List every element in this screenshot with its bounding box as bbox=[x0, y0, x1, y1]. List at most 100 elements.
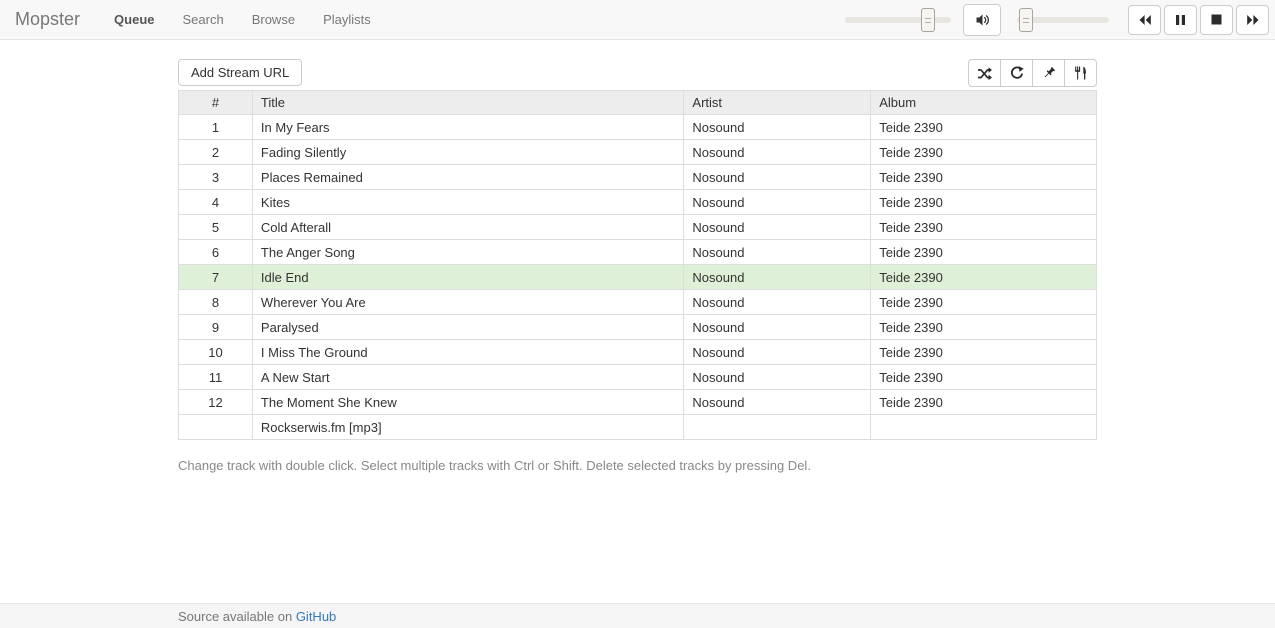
player-controls bbox=[845, 4, 1269, 36]
table-row[interactable]: 11 A New Start Nosound Teide 2390 bbox=[179, 365, 1097, 390]
stop-icon bbox=[1211, 14, 1222, 25]
cell-track-title: Cold Afterall bbox=[252, 215, 684, 240]
consume-button[interactable] bbox=[1064, 59, 1097, 87]
shuffle-icon bbox=[977, 67, 992, 80]
github-link[interactable]: GitHub bbox=[296, 609, 336, 624]
cell-track-title: A New Start bbox=[252, 365, 684, 390]
cell-track-number: 11 bbox=[179, 365, 253, 390]
footer-text: Source available on bbox=[178, 609, 296, 624]
cell-track-album: Teide 2390 bbox=[871, 390, 1097, 415]
volume-slider-track[interactable] bbox=[845, 17, 951, 23]
cell-track-artist: Nosound bbox=[684, 190, 871, 215]
cell-track-title: Kites bbox=[252, 190, 684, 215]
previous-button[interactable] bbox=[1128, 5, 1161, 35]
column-header-title[interactable]: Title bbox=[252, 91, 684, 115]
stop-button[interactable] bbox=[1200, 5, 1233, 35]
tab-search-label[interactable]: Search bbox=[169, 0, 238, 39]
cell-track-album: Teide 2390 bbox=[871, 340, 1097, 365]
cell-track-album: Teide 2390 bbox=[871, 190, 1097, 215]
cell-track-title: Idle End bbox=[252, 265, 684, 290]
cell-track-title: Paralysed bbox=[252, 315, 684, 340]
cell-track-artist: Nosound bbox=[684, 165, 871, 190]
repeat-button[interactable] bbox=[1000, 59, 1033, 87]
cell-track-album: Teide 2390 bbox=[871, 165, 1097, 190]
cell-track-title: The Moment She Knew bbox=[252, 390, 684, 415]
speaker-icon bbox=[975, 13, 990, 27]
table-row[interactable]: 3 Places Remained Nosound Teide 2390 bbox=[179, 165, 1097, 190]
table-row[interactable]: 8 Wherever You Are Nosound Teide 2390 bbox=[179, 290, 1097, 315]
tab-search[interactable]: Search bbox=[169, 0, 238, 39]
column-header-artist[interactable]: Artist bbox=[684, 91, 871, 115]
table-row[interactable]: 6 The Anger Song Nosound Teide 2390 bbox=[179, 240, 1097, 265]
cell-track-artist: Nosound bbox=[684, 365, 871, 390]
pin-icon bbox=[1042, 66, 1056, 80]
cell-track-album: Teide 2390 bbox=[871, 215, 1097, 240]
table-row[interactable]: 5 Cold Afterall Nosound Teide 2390 bbox=[179, 215, 1097, 240]
cell-track-number: 8 bbox=[179, 290, 253, 315]
cell-track-title: The Anger Song bbox=[252, 240, 684, 265]
cell-track-album: Teide 2390 bbox=[871, 315, 1097, 340]
cell-track-album: Teide 2390 bbox=[871, 140, 1097, 165]
volume-slider[interactable] bbox=[845, 4, 951, 36]
table-row[interactable]: 7 Idle End Nosound Teide 2390 bbox=[179, 265, 1097, 290]
fast-backward-icon bbox=[1138, 14, 1152, 26]
cell-track-album: Teide 2390 bbox=[871, 240, 1097, 265]
cell-track-number: 2 bbox=[179, 140, 253, 165]
tab-browse[interactable]: Browse bbox=[238, 0, 309, 39]
table-row[interactable]: 1 In My Fears Nosound Teide 2390 bbox=[179, 115, 1097, 140]
table-row[interactable]: 2 Fading Silently Nosound Teide 2390 bbox=[179, 140, 1097, 165]
seek-slider[interactable] bbox=[1017, 4, 1109, 36]
slider-grip bbox=[1023, 18, 1029, 23]
cell-track-title: In My Fears bbox=[252, 115, 684, 140]
queue-table-body: 1 In My Fears Nosound Teide 2390 2 Fadin… bbox=[179, 115, 1097, 440]
add-stream-url-button[interactable]: Add Stream URL bbox=[178, 59, 302, 86]
table-row[interactable]: 9 Paralysed Nosound Teide 2390 bbox=[179, 315, 1097, 340]
cell-track-artist: Nosound bbox=[684, 215, 871, 240]
cell-track-artist: Nosound bbox=[684, 265, 871, 290]
tab-browse-label[interactable]: Browse bbox=[238, 0, 309, 39]
brand[interactable]: Mopster bbox=[15, 9, 100, 30]
volume-slider-handle[interactable] bbox=[921, 8, 935, 32]
next-button[interactable] bbox=[1236, 5, 1269, 35]
seek-slider-handle[interactable] bbox=[1019, 8, 1033, 32]
pin-button[interactable] bbox=[1032, 59, 1065, 87]
column-header-album[interactable]: Album bbox=[871, 91, 1097, 115]
queue-toolbar: Add Stream URL bbox=[178, 59, 1097, 87]
cell-track-number: 7 bbox=[179, 265, 253, 290]
cell-track-number: 6 bbox=[179, 240, 253, 265]
cell-track-number: 1 bbox=[179, 115, 253, 140]
tab-playlists-label[interactable]: Playlists bbox=[309, 0, 385, 39]
table-row[interactable]: 12 The Moment She Knew Nosound Teide 239… bbox=[179, 390, 1097, 415]
cell-track-artist: Nosound bbox=[684, 340, 871, 365]
cell-track-title: Rockserwis.fm [mp3] bbox=[252, 415, 684, 440]
tab-playlists[interactable]: Playlists bbox=[309, 0, 385, 39]
table-row[interactable]: Rockserwis.fm [mp3] bbox=[179, 415, 1097, 440]
cell-track-artist: Nosound bbox=[684, 315, 871, 340]
help-text: Change track with double click. Select m… bbox=[178, 458, 1097, 473]
cell-track-number: 3 bbox=[179, 165, 253, 190]
cell-track-album: Teide 2390 bbox=[871, 290, 1097, 315]
cell-track-title: Fading Silently bbox=[252, 140, 684, 165]
queue-table-header-row: # Title Artist Album bbox=[179, 91, 1097, 115]
tab-queue-label[interactable]: Queue bbox=[100, 0, 168, 39]
main-nav: Queue Search Browse Playlists bbox=[100, 0, 385, 39]
table-row[interactable]: 4 Kites Nosound Teide 2390 bbox=[179, 190, 1097, 215]
column-header-num[interactable]: # bbox=[179, 91, 253, 115]
slider-grip bbox=[925, 18, 931, 23]
cell-track-artist: Nosound bbox=[684, 390, 871, 415]
cell-track-title: I Miss The Ground bbox=[252, 340, 684, 365]
shuffle-button[interactable] bbox=[968, 59, 1001, 87]
cell-track-album: Teide 2390 bbox=[871, 265, 1097, 290]
cell-track-title: Wherever You Are bbox=[252, 290, 684, 315]
mute-button[interactable] bbox=[963, 4, 1001, 36]
cell-track-artist: Nosound bbox=[684, 240, 871, 265]
tab-queue[interactable]: Queue bbox=[100, 0, 168, 39]
table-row[interactable]: 10 I Miss The Ground Nosound Teide 2390 bbox=[179, 340, 1097, 365]
playback-options-group bbox=[968, 59, 1097, 87]
pause-button[interactable] bbox=[1164, 5, 1197, 35]
cell-track-artist: Nosound bbox=[684, 140, 871, 165]
cell-track-number: 4 bbox=[179, 190, 253, 215]
cell-track-artist: Nosound bbox=[684, 115, 871, 140]
cell-track-number: 12 bbox=[179, 390, 253, 415]
fast-forward-icon bbox=[1246, 14, 1260, 26]
